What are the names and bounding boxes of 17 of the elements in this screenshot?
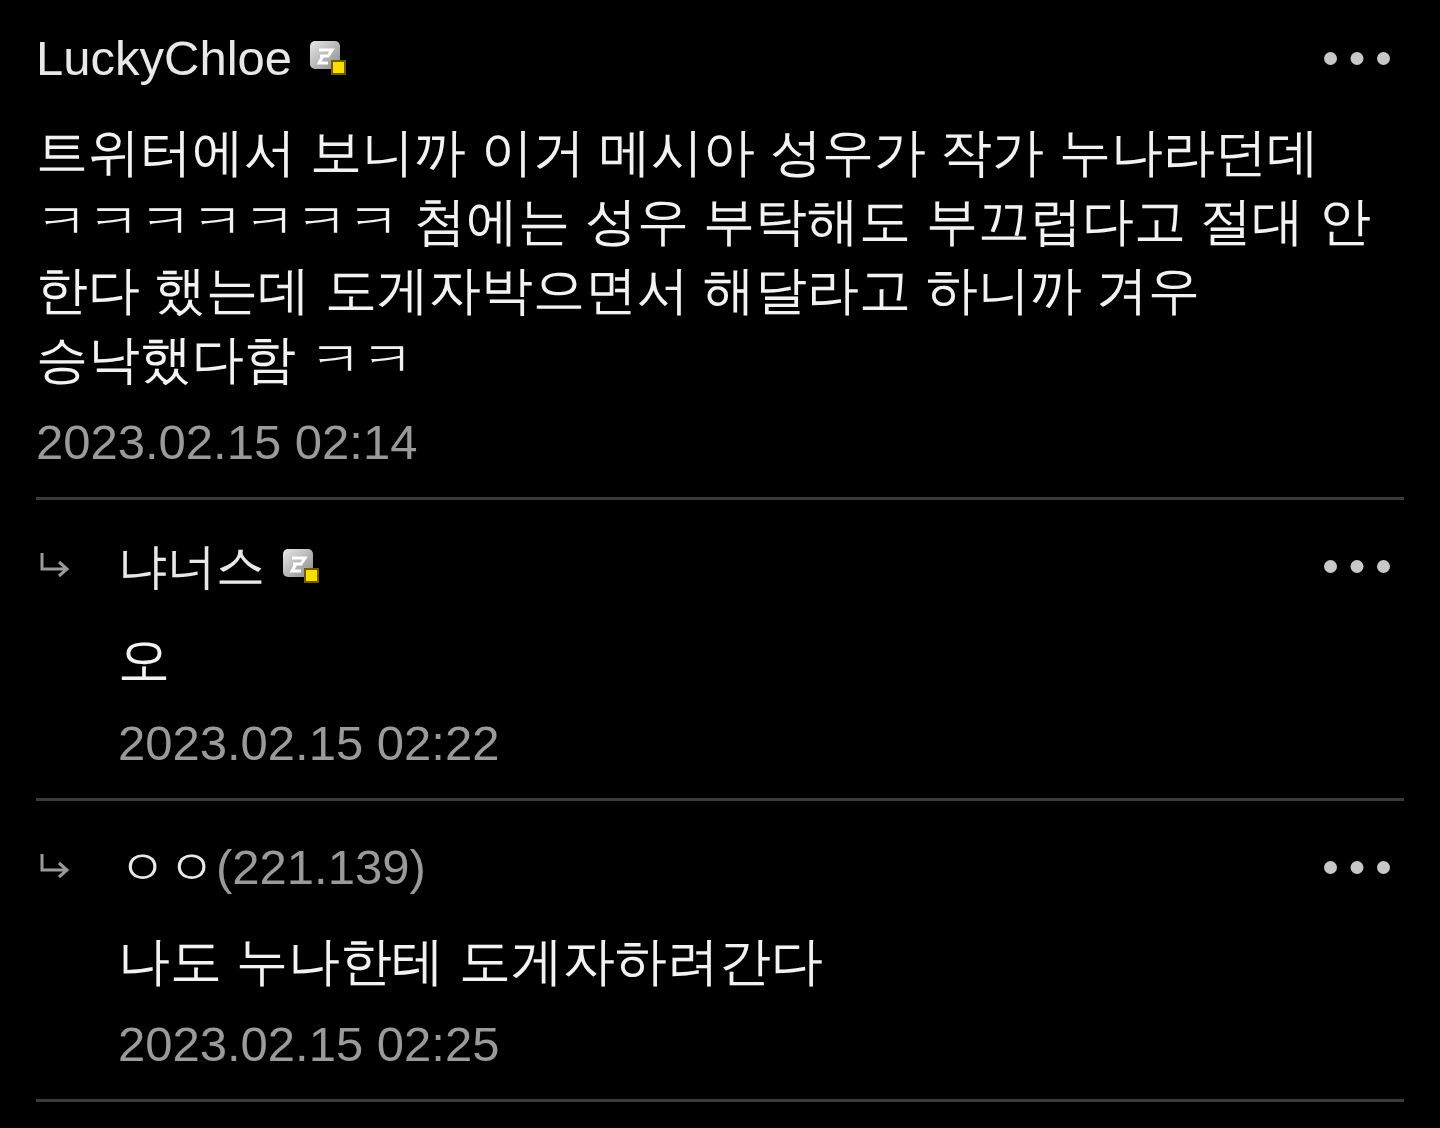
reply-arrow-icon [40, 553, 70, 579]
comment-text: 트위터에서 보니까 이거 메시아 성우가 작가 누나라던데 ㅋㅋㅋㅋㅋㅋㅋ 첨에는 성우 부탁해도 부끄럽다고 절대 안 한다 했는데 도게자박으면서 해달라고 하니까 겨우 승낙했다함 ㅋㅋ [36, 122, 1372, 390]
reply-arrow-icon [40, 854, 70, 880]
ip-address: (221.139) [216, 839, 426, 896]
user-badge-icon [310, 41, 347, 75]
more-icon[interactable] [1324, 559, 1390, 573]
comment-date: 2023.02.15 02:14 [36, 414, 418, 470]
author-name: 냐너스 [118, 538, 265, 595]
author-name: ㅇㅇ [118, 839, 216, 896]
more-icon[interactable] [1324, 51, 1390, 65]
more-icon[interactable] [1324, 860, 1390, 874]
comment-text: 나도 누나한테 도게자하려간다 [117, 931, 824, 992]
comment-date: 2023.02.15 02:22 [118, 715, 500, 771]
comment-text: 오 [117, 630, 171, 691]
author-name: LuckyChloe [36, 30, 293, 87]
user-badge-icon [283, 549, 319, 583]
comment-date: 2023.02.15 02:25 [118, 1016, 500, 1072]
